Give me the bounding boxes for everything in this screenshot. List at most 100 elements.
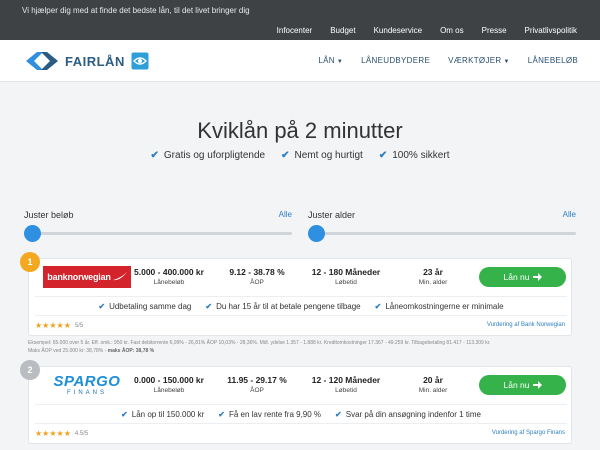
top-bar: Vi hjælper dig med at finde det bedste l… [0, 0, 600, 40]
amount-value: 5.000 - 400.000 kr [134, 267, 204, 277]
disclaimer-line: Eksempel: 65.000 over 5 år. Eff. omk.: 9… [28, 340, 491, 346]
toplink-infocenter[interactable]: Infocenter [268, 26, 322, 35]
age-slider-track[interactable] [308, 232, 576, 235]
feature-label: Gratis og uforpligtende [163, 150, 266, 161]
age-value: 23 år [423, 267, 443, 277]
toplink-presse[interactable]: Presse [473, 26, 516, 35]
amount-slider-handle[interactable] [24, 225, 41, 242]
nav-label: VÆRKTØJER [448, 56, 502, 65]
loan-offer-card: 2 SPARGO FINANS 0.000 - 150.000 kr Låneb… [20, 360, 572, 444]
lender-logo-text: SPARGO [53, 372, 121, 390]
page-title: Kviklån på 2 minutter [197, 118, 403, 143]
brand-logo[interactable]: FAIRLÅN [24, 49, 149, 73]
age-filter-label: Juster alder [308, 210, 356, 220]
feature-label: 100% sikkert [392, 150, 450, 161]
amount-label: Lånebeløb [153, 387, 185, 394]
check-icon: ✔ [98, 301, 106, 311]
benefit-label: Få en lav rente fra 9,90 % [228, 409, 322, 419]
feature-list: ✔ Gratis og uforpligtende ✔ Nemt og hurtig… [0, 150, 600, 161]
benefit-list: ✔ Lån op til 150.000 kr ✔ Få en lav rente … [35, 404, 567, 424]
nav-label: LÅNEBELØB [527, 56, 578, 65]
toplink-kundeservice[interactable]: Kundeservice [365, 26, 431, 35]
feature-item: ✔ Gratis og uforpligtende [151, 150, 266, 161]
benefit-item: ✔ Låneomkostningerne er minimale [375, 302, 504, 311]
main-navbar: FAIRLÅN LÅN ▼ LÅNEUDBYDERE VÆRKTØJER ▼ LÅN… [0, 40, 600, 82]
chevron-down-icon: ▼ [503, 59, 510, 65]
term-cell: 12 - 180 Måneder Løbetid [301, 267, 391, 286]
aop-value: 11.95 - 29.17 % [227, 375, 287, 385]
rank-badge: 2 [20, 360, 40, 380]
lender-logo-text: banknorwegian [47, 272, 111, 282]
check-icon: ✔ [374, 301, 382, 311]
aop-value: 9.12 - 38.78 % [229, 267, 285, 277]
arrow-right-icon [532, 273, 542, 281]
check-icon: ✔ [335, 409, 342, 419]
chevron-down-icon: ▼ [336, 59, 344, 65]
amount-value: 0.000 - 150.000 kr [134, 375, 204, 385]
benefit-label: Låneomkostningerne er minimale [385, 301, 504, 311]
benefit-label: Lån op til 150.000 kr [131, 409, 205, 419]
benefit-item: ✔ Svar på din ansøgning indenfor 1 time [335, 410, 481, 419]
nav-item-lanebelob[interactable]: LÅNEBELØB [528, 56, 578, 65]
term-cell: 12 - 120 Måneder Løbetid [301, 375, 391, 394]
feature-label: Nemt og hurtigt [294, 150, 363, 161]
benefit-item: ✔ Du har 15 år til at betale pengene tilb… [205, 302, 360, 311]
amount-cell: 5.000 - 400.000 kr Lånebeløb [125, 267, 213, 286]
apply-now-button[interactable]: Lån nu [479, 375, 566, 395]
eye-icon [131, 52, 149, 70]
nav-label: LÅN [318, 56, 335, 65]
benefit-label: Udbetaling samme dag [109, 301, 192, 311]
bank-norwegian-logo[interactable]: banknorwegian [43, 266, 131, 288]
rating-score: 5/5 [74, 322, 84, 329]
rating-score: 4.5/5 [74, 430, 89, 437]
toplink-privatlivspolitik[interactable]: Privatlivspolitik [516, 26, 586, 35]
star-rating-icon: ★★★★★ [35, 321, 71, 330]
benefit-label: Svar på din ansøgning indenfor 1 time [345, 409, 481, 419]
apply-label: Lån nu [503, 272, 530, 282]
review-link[interactable]: Vurdering af Spargo Finans [492, 430, 565, 436]
check-icon: ✔ [150, 150, 159, 161]
aop-cell: 11.95 - 29.17 % ÅOP [217, 375, 297, 394]
amount-filter: Juster beløb Alle [24, 210, 292, 242]
feature-item: ✔ 100% sikkert [379, 150, 450, 161]
amount-filter-label: Juster beløb [24, 210, 74, 220]
toplink-budget[interactable]: Budget [321, 26, 364, 35]
benefit-item: ✔ Udbetaling samme dag [98, 302, 191, 311]
rank-badge: 1 [20, 252, 40, 272]
term-value: 12 - 180 Måneder [311, 267, 381, 277]
arrow-right-icon [532, 381, 542, 389]
tagline: Vi hjælper dig med at finde det bedste l… [22, 6, 250, 15]
age-filter-value[interactable]: Alle [563, 210, 576, 219]
age-slider-handle[interactable] [308, 225, 325, 242]
star-rating-icon: ★★★★★ [35, 429, 71, 438]
benefit-item: ✔ Lån op til 150.000 kr [121, 410, 204, 419]
age-label: Min. alder [418, 279, 448, 286]
loan-offer-card: 1 banknorwegian 5.000 - 400.000 kr Låneb… [20, 252, 572, 336]
term-value: 12 - 120 Måneder [311, 375, 381, 385]
benefit-label: Du har 15 år til at betale pengene tilba… [216, 301, 361, 311]
age-cell: 20 år Min. alder [399, 375, 467, 394]
review-link[interactable]: Vurdering af Bank Norwegian [487, 322, 565, 328]
check-icon: ✔ [378, 150, 388, 161]
nav-item-vaerktojer[interactable]: VÆRKTØJER ▼ [448, 56, 510, 65]
benefit-item: ✔ Få en lav rente fra 9,90 % [218, 410, 321, 419]
amount-slider-track[interactable] [24, 232, 292, 235]
amount-cell: 0.000 - 150.000 kr Lånebeløb [125, 375, 213, 394]
benefit-list: ✔ Udbetaling samme dag ✔ Du har 15 år til … [35, 296, 567, 316]
term-label: Løbetid [335, 279, 357, 286]
age-cell: 23 år Min. alder [399, 267, 467, 286]
nav-label: LÅNEUDBYDERE [361, 56, 431, 65]
toplink-om-os[interactable]: Om os [431, 26, 473, 35]
apply-label: Lån nu [503, 380, 530, 390]
apply-now-button[interactable]: Lån nu [479, 267, 566, 287]
amount-filter-value[interactable]: Alle [279, 210, 292, 219]
spargo-finans-logo[interactable]: SPARGO FINANS [43, 372, 131, 398]
check-icon: ✔ [218, 409, 225, 419]
lender-logo-subtext: FINANS [66, 389, 107, 396]
nav-item-lan[interactable]: LÅN ▼ [318, 56, 343, 65]
disclaimer-bold: maks ÅOP: 38,78 % [107, 348, 155, 354]
main-nav: LÅN ▼ LÅNEUDBYDERE VÆRKTØJER ▼ LÅNEBELØB [318, 56, 578, 65]
nav-item-laneudbydere[interactable]: LÅNEUDBYDERE [361, 56, 430, 65]
age-filter: Juster alder Alle [308, 210, 576, 242]
age-label: Min. alder [418, 387, 448, 394]
